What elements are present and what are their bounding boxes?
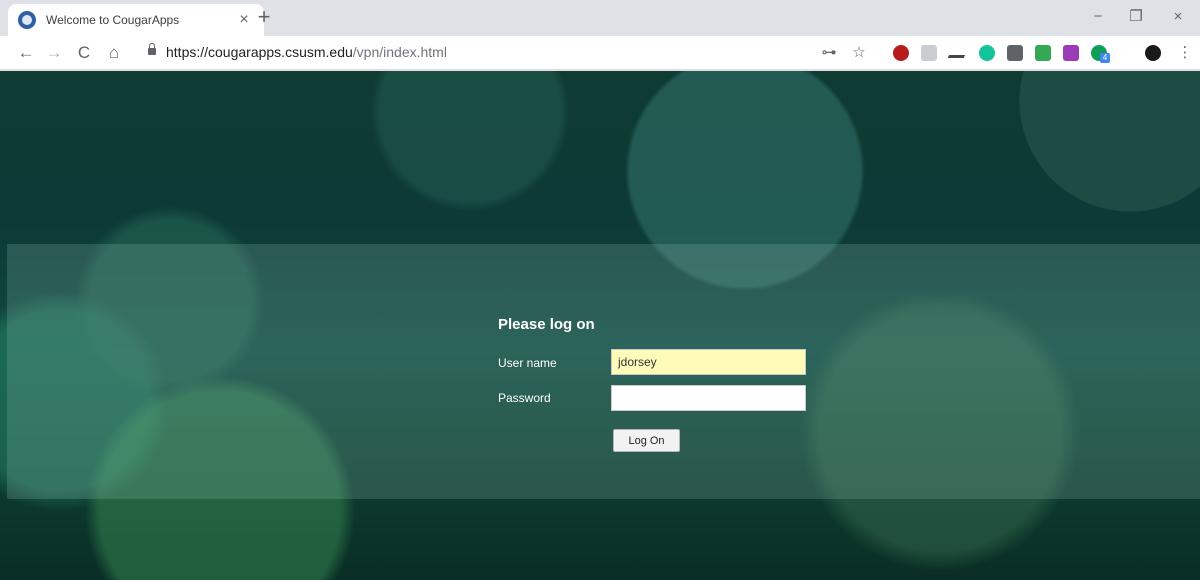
forward-button[interactable]: → xyxy=(42,41,66,65)
chat-extension-icon[interactable] xyxy=(921,45,937,61)
sheets-extension-icon[interactable] xyxy=(1035,45,1051,61)
address-bar[interactable]: https://cougarapps.csusm.edu/vpn/index.h… xyxy=(166,44,447,60)
close-window-button[interactable]: × xyxy=(1156,0,1200,36)
browser-tab-strip: Welcome to CougarApps × + − ❐ × xyxy=(0,0,1200,36)
page-background: Please log on User name Password Log On xyxy=(0,71,1200,580)
tab-title: Welcome to CougarApps xyxy=(46,13,180,27)
home-button[interactable]: ⌂ xyxy=(102,41,126,65)
hangouts-badge: 4 xyxy=(1100,53,1110,63)
reload-button[interactable]: C xyxy=(72,41,96,65)
url-host: https://cougarapps.csusm.edu xyxy=(166,44,353,60)
cougarapps-favicon-icon xyxy=(18,11,36,29)
url-path: /vpn/index.html xyxy=(352,44,447,60)
login-band xyxy=(7,244,1200,499)
hangouts-extension-icon[interactable]: 4 xyxy=(1091,45,1110,63)
key-icon[interactable]: ⊶ xyxy=(820,43,838,63)
username-label: User name xyxy=(498,356,557,370)
browser-tab[interactable]: Welcome to CougarApps × xyxy=(8,4,264,36)
menu-icon[interactable]: ⋮ xyxy=(1176,43,1194,63)
profile-avatar-icon[interactable] xyxy=(1145,45,1161,61)
s-extension-icon[interactable] xyxy=(1007,45,1023,61)
lock-icon[interactable] xyxy=(148,43,156,55)
onenote-extension-icon[interactable] xyxy=(1063,45,1079,61)
new-tab-button[interactable]: + xyxy=(250,4,278,32)
star-icon[interactable]: ☆ xyxy=(850,43,868,63)
pen-extension-icon[interactable] xyxy=(947,48,969,58)
login-title: Please log on xyxy=(498,316,595,333)
password-label: Password xyxy=(498,391,551,405)
ublock-origin-extension-icon[interactable] xyxy=(893,45,909,61)
back-button[interactable]: ← xyxy=(14,41,38,65)
username-field[interactable] xyxy=(611,349,806,375)
browser-toolbar: ← → C ⌂ https://cougarapps.csusm.edu/vpn… xyxy=(0,36,1200,70)
grammarly-extension-icon[interactable] xyxy=(979,45,995,61)
log-on-button[interactable]: Log On xyxy=(613,429,680,452)
restore-button[interactable]: ❐ xyxy=(1114,0,1158,36)
password-field[interactable] xyxy=(611,385,806,411)
